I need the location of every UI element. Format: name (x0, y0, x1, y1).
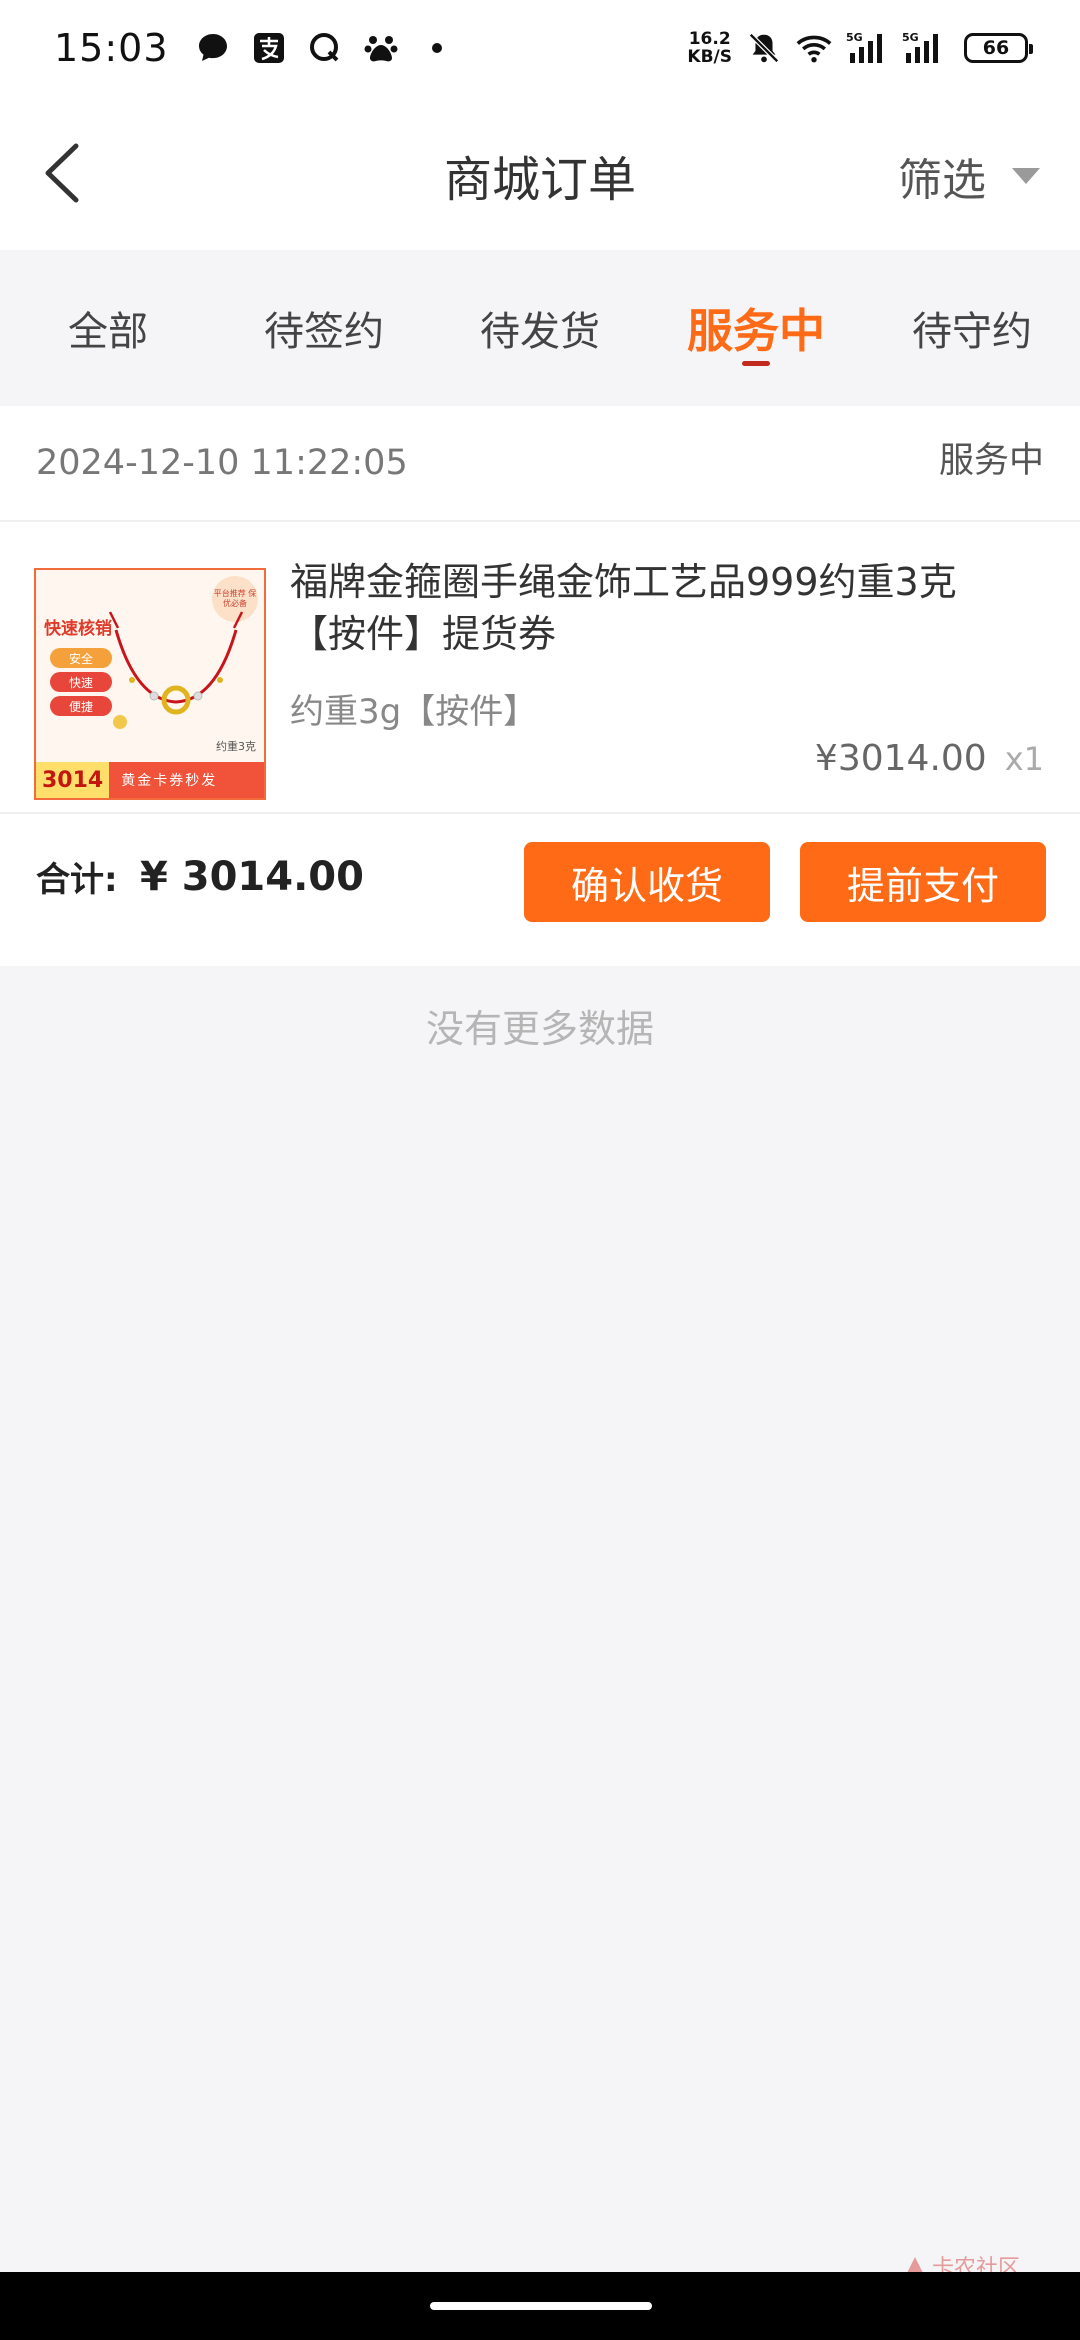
nav-bar: 商城订单 筛选 (0, 96, 1080, 250)
order-card[interactable]: 2024-12-10 11:22:05 服务中 平台推荐 保优必备 快速核销 安… (0, 406, 1080, 966)
svg-text:5G: 5G (846, 31, 863, 44)
svg-text:5G: 5G (902, 31, 919, 44)
network-speed-value: 16.2 (688, 29, 731, 49)
product-spec: 约重3g【按件】 (290, 692, 538, 732)
dot-icon (419, 30, 455, 66)
status-time: 15:03 (54, 26, 169, 70)
order-status-tabs: 全部 待签约 待发货 服务中 待守约 (0, 250, 1080, 406)
order-header: 2024-12-10 11:22:05 服务中 (0, 406, 1080, 522)
thumbnail-pill: 便捷 (50, 696, 112, 716)
system-icons: 16.2 KB/S 5G 5G 66 (687, 30, 1033, 66)
home-indicator[interactable] (430, 2302, 652, 2310)
mute-icon (746, 30, 782, 66)
no-more-data: 没有更多数据 (425, 1007, 654, 1051)
product-quantity: x1 (1004, 740, 1044, 778)
total-value: ¥ 3014.00 (140, 854, 364, 900)
battery-icon: 66 (964, 33, 1033, 63)
thumbnail-weight: 约重3克 (216, 740, 256, 753)
product-row[interactable]: 平台推荐 保优必备 快速核销 安全 快速 便捷 约重3克 3014 黄金卡券秒发… (0, 522, 1080, 814)
product-thumbnail: 平台推荐 保优必备 快速核销 安全 快速 便捷 约重3克 3014 黄金卡券秒发 (34, 568, 266, 800)
network-speed-unit: KB/S (687, 47, 732, 67)
q-app-icon (307, 30, 343, 66)
tab-pending-ship[interactable]: 待发货 (432, 250, 648, 406)
product-price-line: ¥3014.00 x1 (815, 738, 1044, 779)
triangle-down-icon (1012, 168, 1040, 184)
baidu-paw-icon (363, 30, 399, 66)
prepay-button[interactable]: 提前支付 (800, 842, 1046, 922)
product-name: 福牌金箍圈手绳金饰工艺品999约重3克【按件】提货券 (290, 560, 957, 656)
wifi-icon (796, 30, 832, 66)
thumbnail-tag: 黄金卡券秒发 (121, 773, 218, 789)
signal-5g-icon: 5G (846, 30, 888, 66)
notification-icons (195, 30, 455, 66)
tab-pending-commit[interactable]: 待守约 (864, 250, 1080, 406)
tab-in-service[interactable]: 服务中 (648, 250, 864, 406)
filter-label: 筛选 (898, 155, 986, 206)
thumbnail-title: 快速核销 (44, 619, 112, 639)
order-footer: 合计: ¥ 3014.00 确认收货 提前支付 (0, 814, 1080, 964)
order-status: 服务中 (938, 440, 1044, 481)
thumbnail-pill: 快速 (50, 672, 112, 692)
thumbnail-price-bar: 3014 黄金卡券秒发 (36, 762, 264, 798)
signal-5g-icon: 5G (902, 30, 944, 66)
thumbnail-price: 3014 (36, 762, 110, 798)
alipay-icon (251, 30, 287, 66)
filter-button[interactable]: 筛选 (898, 144, 1040, 208)
product-price: ¥3014.00 (814, 738, 987, 779)
bracelet-image (108, 611, 244, 729)
chat-bubble-icon (195, 30, 231, 66)
order-time: 2024-12-10 11:22:05 (36, 443, 408, 483)
status-bar: 15:03 16.2 KB/S 5G 5G 66 (0, 0, 1080, 96)
thumbnail-pill: 安全 (50, 648, 112, 668)
total-label: 合计: (36, 860, 118, 900)
confirm-receipt-button[interactable]: 确认收货 (524, 842, 770, 922)
tab-pending-sign[interactable]: 待签约 (216, 250, 432, 406)
network-speed: 16.2 KB/S (687, 30, 732, 66)
tab-all[interactable]: 全部 (0, 250, 216, 406)
